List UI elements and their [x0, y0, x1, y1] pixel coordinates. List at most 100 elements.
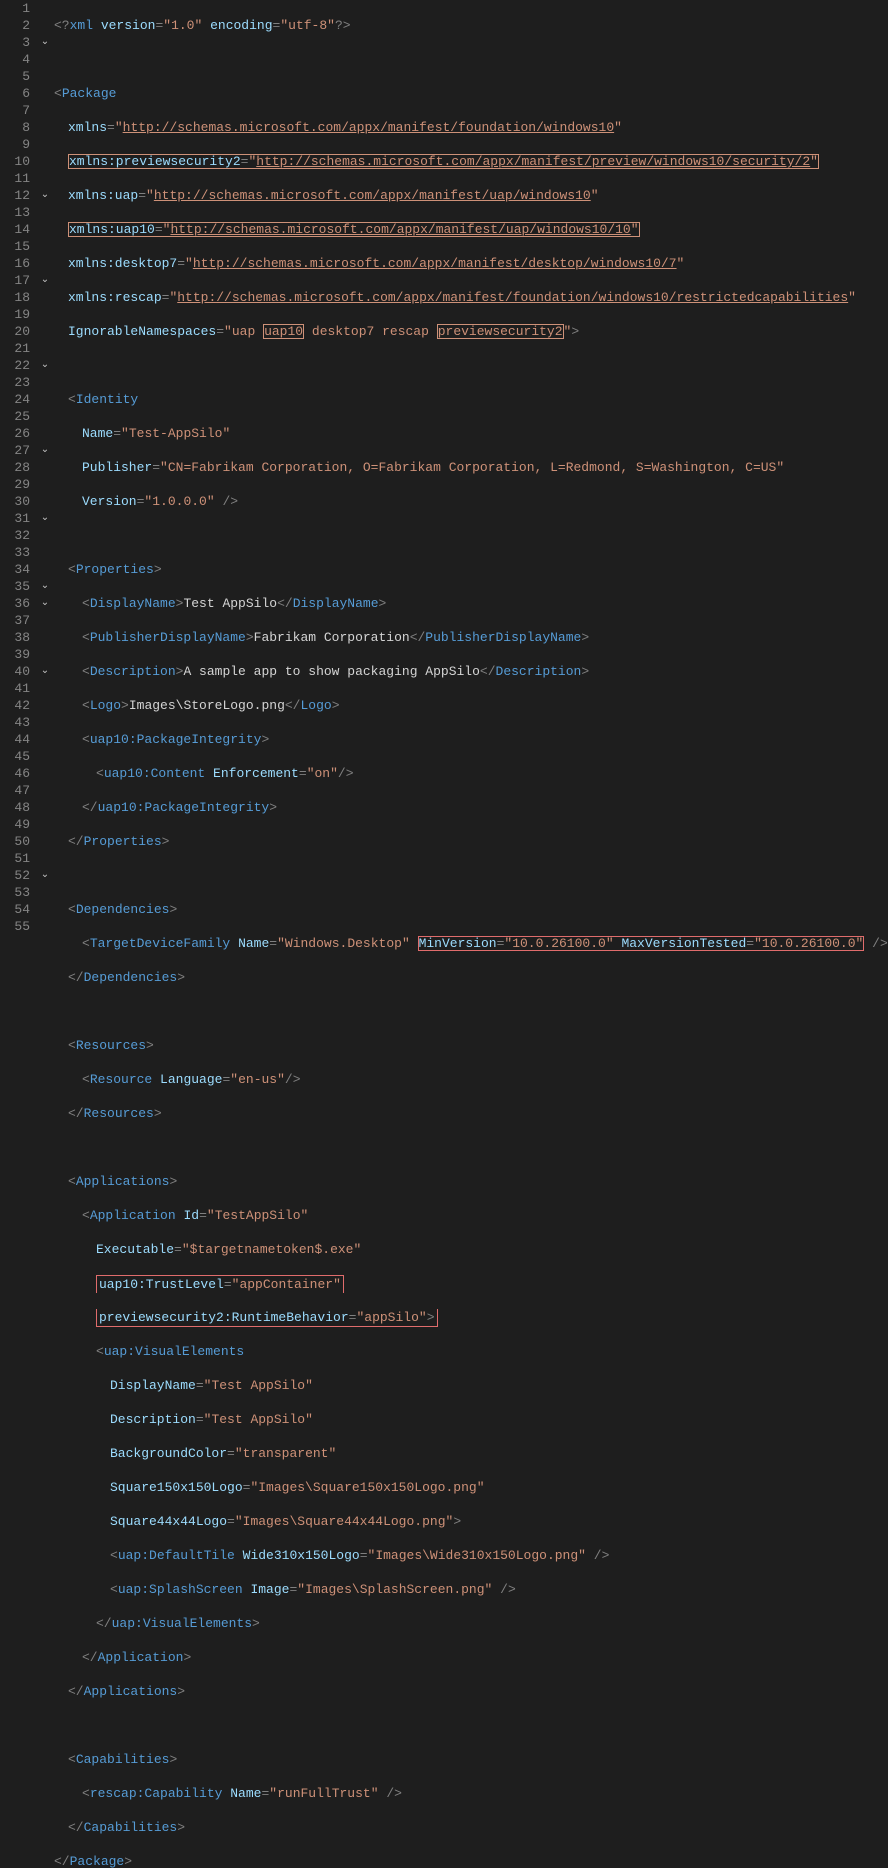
line-number: 44: [8, 731, 30, 748]
fold-chevron-icon[interactable]: ⌄: [38, 442, 52, 459]
fold-chevron-icon[interactable]: ⌄: [38, 663, 52, 680]
line-number: 12: [8, 187, 30, 204]
line-number: 36: [8, 595, 30, 612]
line-number: 33: [8, 544, 30, 561]
code-line: <uap:DefaultTile Wide310x150Logo="Images…: [54, 1547, 888, 1564]
code-line: <Applications>: [54, 1173, 888, 1190]
code-editor-content: <?xml version="1.0" encoding="utf-8"?> <…: [52, 0, 888, 934]
line-number: 35: [8, 578, 30, 595]
code-line: <uap10:Content Enforcement="on"/>: [54, 765, 888, 782]
code-line: Square44x44Logo="Images\Square44x44Logo.…: [54, 1513, 888, 1530]
line-number: 17: [8, 272, 30, 289]
code-line: [54, 527, 888, 544]
fold-chevron-icon[interactable]: ⌄: [38, 34, 52, 51]
fold-chevron-icon[interactable]: ⌄: [38, 272, 52, 289]
code-line: <uap10:PackageIntegrity>: [54, 731, 888, 748]
line-number-gutter: 1234567891011121314151617181920212223242…: [0, 0, 38, 934]
code-line: <Identity: [54, 391, 888, 408]
code-line: </Resources>: [54, 1105, 888, 1122]
line-number: 8: [8, 119, 30, 136]
fold-chevron-icon[interactable]: ⌄: [38, 867, 52, 884]
code-line: Square150x150Logo="Images\Square150x150L…: [54, 1479, 888, 1496]
line-number: 2: [8, 17, 30, 34]
line-number: 30: [8, 493, 30, 510]
line-number: 24: [8, 391, 30, 408]
line-number: 49: [8, 816, 30, 833]
code-line: xmlns:uap="http://schemas.microsoft.com/…: [54, 187, 888, 204]
code-line: [54, 1717, 888, 1734]
line-number: 45: [8, 748, 30, 765]
code-line: [54, 51, 888, 68]
line-number: 6: [8, 85, 30, 102]
code-line: <Description>A sample app to show packag…: [54, 663, 888, 680]
line-number: 50: [8, 833, 30, 850]
line-number: 15: [8, 238, 30, 255]
code-line: <Resource Language="en-us"/>: [54, 1071, 888, 1088]
code-line: <Package: [54, 85, 888, 102]
line-number: 53: [8, 884, 30, 901]
line-number: 23: [8, 374, 30, 391]
line-number: 13: [8, 204, 30, 221]
line-number: 48: [8, 799, 30, 816]
line-number: 4: [8, 51, 30, 68]
line-number: 37: [8, 612, 30, 629]
line-number: 27: [8, 442, 30, 459]
code-line: Version="1.0.0.0" />: [54, 493, 888, 510]
code-line: <uap:VisualElements: [54, 1343, 888, 1360]
line-number: 3: [8, 34, 30, 51]
line-number: 32: [8, 527, 30, 544]
line-number: 21: [8, 340, 30, 357]
code-line: xmlns:previewsecurity2="http://schemas.m…: [54, 153, 888, 170]
code-line: <?xml version="1.0" encoding="utf-8"?>: [54, 17, 888, 34]
code-line: <Dependencies>: [54, 901, 888, 918]
code-line: <rescap:Capability Name="runFullTrust" /…: [54, 1785, 888, 1802]
code-line: <TargetDeviceFamily Name="Windows.Deskto…: [54, 935, 888, 952]
line-number: 26: [8, 425, 30, 442]
line-number: 34: [8, 561, 30, 578]
fold-chevron-icon[interactable]: ⌄: [38, 357, 52, 374]
code-line: <Capabilities>: [54, 1751, 888, 1768]
code-line: <Logo>Images\StoreLogo.png</Logo>: [54, 697, 888, 714]
code-line: <Resources>: [54, 1037, 888, 1054]
line-number: 9: [8, 136, 30, 153]
code-line: Publisher="CN=Fabrikam Corporation, O=Fa…: [54, 459, 888, 476]
code-line: <Application Id="TestAppSilo": [54, 1207, 888, 1224]
code-line: [54, 867, 888, 884]
line-number: 31: [8, 510, 30, 527]
fold-chevron-icon[interactable]: ⌄: [38, 595, 52, 612]
line-number: 28: [8, 459, 30, 476]
code-line: </uap:VisualElements>: [54, 1615, 888, 1632]
fold-gutter: ⌄⌄⌄⌄⌄⌄⌄⌄⌄⌄: [38, 0, 52, 934]
code-line: Executable="$targetnametoken$.exe": [54, 1241, 888, 1258]
line-number: 20: [8, 323, 30, 340]
line-number: 55: [8, 918, 30, 935]
line-number: 25: [8, 408, 30, 425]
line-number: 16: [8, 255, 30, 272]
line-number: 29: [8, 476, 30, 493]
code-line: BackgroundColor="transparent": [54, 1445, 888, 1462]
code-line: xmlns:rescap="http://schemas.microsoft.c…: [54, 289, 888, 306]
code-line: uap10:TrustLevel="appContainer": [54, 1275, 888, 1292]
code-line: </Applications>: [54, 1683, 888, 1700]
line-number: 47: [8, 782, 30, 799]
code-line: </Capabilities>: [54, 1819, 888, 1836]
code-line: previewsecurity2:RuntimeBehavior="appSil…: [54, 1309, 888, 1326]
line-number: 14: [8, 221, 30, 238]
line-number: 51: [8, 850, 30, 867]
line-number: 52: [8, 867, 30, 884]
line-number: 1: [8, 0, 30, 17]
code-line: [54, 1139, 888, 1156]
fold-chevron-icon[interactable]: ⌄: [38, 187, 52, 204]
code-line: xmlns="http://schemas.microsoft.com/appx…: [54, 119, 888, 136]
code-line: </uap10:PackageIntegrity>: [54, 799, 888, 816]
fold-chevron-icon[interactable]: ⌄: [38, 510, 52, 527]
code-line: <Properties>: [54, 561, 888, 578]
code-line: xmlns:uap10="http://schemas.microsoft.co…: [54, 221, 888, 238]
fold-chevron-icon[interactable]: ⌄: [38, 578, 52, 595]
line-number: 19: [8, 306, 30, 323]
line-number: 22: [8, 357, 30, 374]
line-number: 39: [8, 646, 30, 663]
line-number: 54: [8, 901, 30, 918]
code-line: </Properties>: [54, 833, 888, 850]
line-number: 46: [8, 765, 30, 782]
